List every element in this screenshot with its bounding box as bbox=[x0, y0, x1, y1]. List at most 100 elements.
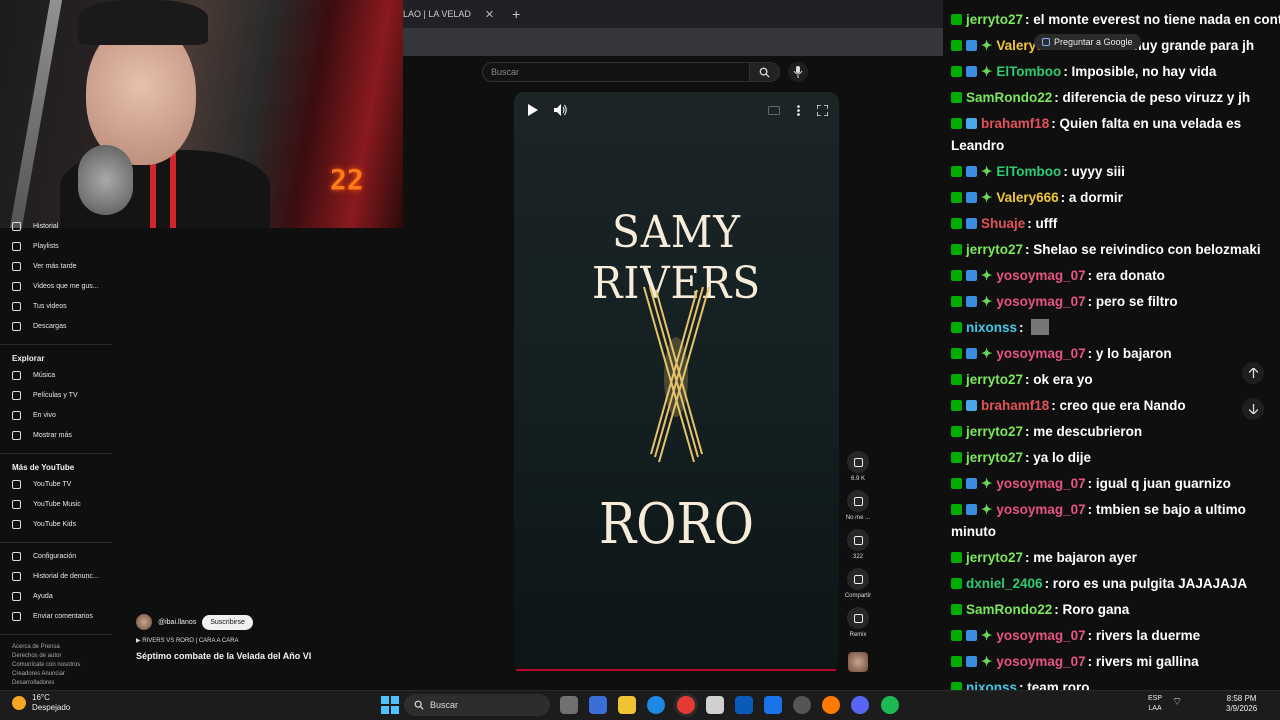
voice-search-button[interactable] bbox=[788, 62, 808, 82]
chat-message[interactable]: jerryto27: me bajaron ayer bbox=[951, 547, 1273, 568]
chat-message[interactable]: ✦ yosoymag_07: tmbien se bajo a ultimo bbox=[951, 499, 1273, 520]
sidebar-item[interactable]: Videos que me gus... bbox=[12, 282, 99, 291]
captions-button[interactable] bbox=[766, 102, 782, 118]
chat-message[interactable]: ✦ yosoymag_07: pero se filtro bbox=[951, 291, 1273, 312]
start-button[interactable] bbox=[381, 696, 399, 714]
vscode-icon[interactable] bbox=[735, 696, 753, 714]
channel-handle[interactable]: @ibai.llanos bbox=[158, 619, 196, 626]
chat-username[interactable]: jerryto27 bbox=[966, 450, 1023, 465]
sidebar-item[interactable]: Playlists bbox=[12, 242, 59, 251]
wifi-icon[interactable]: ⌔ bbox=[1172, 697, 1182, 708]
sidebar-item[interactable]: YouTube Music bbox=[12, 500, 81, 509]
chat-username[interactable]: jerryto27 bbox=[966, 242, 1023, 257]
settings-app-icon[interactable] bbox=[793, 696, 811, 714]
play-button[interactable] bbox=[524, 102, 540, 118]
sidebar-item[interactable]: Historial bbox=[12, 222, 58, 231]
footer-link[interactable]: Creadores Anunciar bbox=[12, 670, 112, 679]
address-bar[interactable] bbox=[403, 28, 943, 56]
remix-button[interactable]: Remix bbox=[842, 607, 874, 638]
sidebar-item[interactable]: Enviar comentarios bbox=[12, 612, 93, 621]
chat-username[interactable]: jerryto27 bbox=[966, 372, 1023, 387]
chat-message[interactable]: dxniel_2406: roro es una pulgita JAJAJAJ… bbox=[951, 573, 1273, 594]
store-icon[interactable] bbox=[706, 696, 724, 714]
chat-username[interactable]: yosoymag_07 bbox=[996, 502, 1085, 517]
chat-username[interactable]: ElTomboo bbox=[996, 64, 1061, 79]
chat-message[interactable]: brahamf18: Quien falta en una velada es bbox=[951, 113, 1273, 134]
chat-username[interactable]: brahamf18 bbox=[981, 116, 1049, 131]
chat-username[interactable]: jerryto27 bbox=[966, 424, 1023, 439]
spotify-icon[interactable] bbox=[881, 696, 899, 714]
chat-username[interactable]: brahamf18 bbox=[981, 398, 1049, 413]
scroll-up-button[interactable] bbox=[1242, 362, 1264, 384]
sidebar-item[interactable]: Ver más tarde bbox=[12, 262, 77, 271]
chat-message[interactable]: ✦ yosoymag_07: rivers la duerme bbox=[951, 625, 1273, 646]
chat-message[interactable]: jerryto27: el monte everest no tiene nad… bbox=[951, 9, 1280, 30]
widgets-icon[interactable] bbox=[589, 696, 607, 714]
file-explorer-icon[interactable] bbox=[618, 696, 636, 714]
fullscreen-button[interactable] bbox=[814, 102, 830, 118]
subscribe-button[interactable]: Suscribirse bbox=[202, 614, 253, 630]
chat-username[interactable]: yosoymag_07 bbox=[996, 294, 1085, 309]
chat-message[interactable]: ✦ yosoymag_07: rivers mi gallina bbox=[951, 651, 1273, 672]
chat-message[interactable]: ✦ ElTomboo: uyyy siii bbox=[951, 161, 1273, 182]
language-indicator[interactable]: ESP LAA bbox=[1148, 694, 1162, 714]
scroll-down-button[interactable] bbox=[1242, 398, 1264, 420]
share-button[interactable]: Compartir bbox=[842, 568, 874, 599]
sidebar-item[interactable]: Historial de denunc... bbox=[12, 572, 99, 581]
chat-message[interactable]: jerryto27: me descubrieron bbox=[951, 421, 1273, 442]
chat-message[interactable]: jerryto27: Shelao se reivindico con belo… bbox=[951, 239, 1273, 260]
chat-username[interactable]: jerryto27 bbox=[966, 550, 1023, 565]
chat-message[interactable]: Shuaje: ufff bbox=[951, 213, 1273, 234]
chat-message[interactable]: brahamf18: creo que era Nando bbox=[951, 395, 1273, 416]
discord-icon[interactable] bbox=[851, 696, 869, 714]
sidebar-item[interactable]: Tus videos bbox=[12, 302, 67, 311]
chat-message[interactable]: SamRondo22: diferencia de peso viruzz y … bbox=[951, 87, 1273, 108]
weather-widget[interactable]: 16°C Despejado bbox=[12, 693, 70, 713]
chrome-icon[interactable] bbox=[677, 696, 695, 714]
sidebar-item[interactable]: Descargas bbox=[12, 322, 66, 331]
comment-button[interactable]: 322 bbox=[842, 529, 874, 560]
chat-username[interactable]: ElTomboo bbox=[996, 164, 1061, 179]
chat-message[interactable]: SamRondo22: Roro gana bbox=[951, 599, 1273, 620]
sidebar-item[interactable]: Ayuda bbox=[12, 592, 53, 601]
chat-username[interactable]: yosoymag_07 bbox=[996, 476, 1085, 491]
mail-icon[interactable] bbox=[764, 696, 782, 714]
like-button[interactable]: 6.9 K bbox=[842, 451, 874, 482]
volume-button[interactable] bbox=[552, 102, 568, 118]
chat-username[interactable]: Shuaje bbox=[981, 216, 1025, 231]
chat-message[interactable]: jerryto27: ok era yo bbox=[951, 369, 1273, 390]
video-progress-bar[interactable] bbox=[516, 669, 836, 671]
browser-tab[interactable]: LAO | LA VELAD ✕ + bbox=[403, 0, 520, 28]
chat-message[interactable]: jerryto27: ya lo dije bbox=[951, 447, 1273, 468]
playlist-row[interactable]: ▶ RIVERS VS RORO | CARA A CARA bbox=[136, 637, 239, 644]
chat-message[interactable]: ✦ yosoymag_07: era donato bbox=[951, 265, 1273, 286]
channel-thumbnail[interactable] bbox=[848, 652, 868, 672]
sidebar-item[interactable]: Películas y TV bbox=[12, 391, 78, 400]
more-options-button[interactable] bbox=[790, 102, 806, 118]
chat-username[interactable]: yosoymag_07 bbox=[996, 654, 1085, 669]
shorts-video-player[interactable]: SAMY RIVERS RORO bbox=[514, 92, 839, 670]
sidebar-item[interactable]: YouTube Kids bbox=[12, 520, 76, 529]
footer-link[interactable]: Desarrolladores bbox=[12, 679, 112, 688]
sidebar-item[interactable]: YouTube TV bbox=[12, 480, 71, 489]
footer-link[interactable]: Derechos de autor bbox=[12, 652, 112, 661]
chat-message[interactable]: ✦ ElTomboo: Imposible, no hay vida bbox=[951, 61, 1273, 82]
footer-link[interactable]: Comunícate con nosotros bbox=[12, 661, 112, 670]
footer-link[interactable]: Acerca de Prensa bbox=[12, 643, 112, 652]
search-input[interactable]: Buscar bbox=[482, 62, 750, 82]
sidebar-item[interactable]: Música bbox=[12, 371, 55, 380]
chat-username[interactable]: dxniel_2406 bbox=[966, 576, 1043, 591]
chat-username[interactable]: Valery666 bbox=[996, 190, 1058, 205]
chat-username[interactable]: yosoymag_07 bbox=[996, 346, 1085, 361]
brave-icon[interactable] bbox=[822, 696, 840, 714]
chat-username[interactable]: SamRondo22 bbox=[966, 602, 1052, 617]
chat-username[interactable]: yosoymag_07 bbox=[996, 628, 1085, 643]
chat-message[interactable]: ✦ yosoymag_07: y lo bajaron bbox=[951, 343, 1273, 364]
ask-google-chip[interactable]: Preguntar a Google bbox=[1034, 34, 1141, 50]
chat-message[interactable]: nixonss: bbox=[951, 317, 1273, 338]
sidebar-item[interactable]: En vivo bbox=[12, 411, 56, 420]
sidebar-item[interactable]: Mostrar más bbox=[12, 431, 72, 440]
dislike-button[interactable]: No me ... bbox=[842, 490, 874, 521]
edge-icon[interactable] bbox=[647, 696, 665, 714]
chat-username[interactable]: yosoymag_07 bbox=[996, 268, 1085, 283]
